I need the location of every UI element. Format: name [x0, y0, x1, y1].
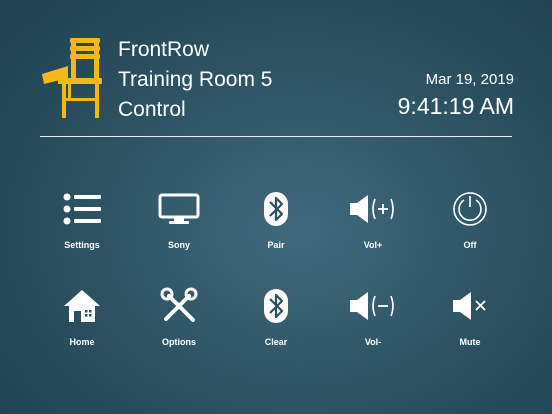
pair-button[interactable]: Pair [227, 180, 325, 262]
options-button[interactable]: Options [130, 277, 228, 359]
room-title: FrontRow Training Room 5 Control [118, 35, 272, 125]
power-off-label: Off [463, 240, 477, 250]
sony-button[interactable]: Sony [130, 180, 228, 262]
home-icon [33, 277, 131, 335]
datetime-display: Mar 19, 2019 9:41:19 AM [398, 70, 514, 121]
volume-up-icon [324, 180, 422, 238]
time-text: 9:41:19 AM [397, 93, 514, 119]
options-label: Options [162, 337, 196, 347]
title-line-brand: FrontRow [118, 38, 210, 61]
monitor-icon [130, 180, 228, 238]
title-line-room: Training Room 5 [118, 68, 273, 91]
home-button[interactable]: Home [33, 277, 131, 359]
clear-button[interactable]: Clear [227, 277, 325, 359]
sony-label: Sony [167, 240, 190, 250]
pair-label: Pair [267, 240, 285, 250]
list-icon [33, 180, 131, 238]
volume-down-button[interactable]: Vol- [324, 277, 422, 359]
volume-up-button[interactable]: Vol+ [324, 180, 422, 262]
frontrow-chair-logo [40, 34, 110, 120]
mute-label: Mute [459, 337, 481, 347]
bluetooth-icon [227, 180, 325, 238]
date-text: Mar 19, 2019 [425, 71, 514, 88]
volume-up-label: Vol+ [363, 240, 383, 250]
volume-down-label: Vol- [364, 337, 382, 347]
title-line-control: Control [118, 98, 186, 121]
settings-label: Settings [64, 240, 100, 250]
volume-down-icon [324, 277, 422, 335]
mute-icon [421, 277, 519, 335]
clear-label: Clear [264, 337, 288, 347]
bluetooth-icon [227, 277, 325, 335]
mute-button[interactable]: Mute [421, 277, 519, 359]
power-off-button[interactable]: Off [421, 180, 519, 262]
home-label: Home [69, 337, 95, 347]
header-divider [40, 136, 512, 137]
tools-icon [130, 277, 228, 335]
control-grid: Settings Sony Pair Vol+ Off Home Options… [33, 180, 519, 360]
settings-button[interactable]: Settings [33, 180, 131, 262]
power-icon [421, 180, 519, 238]
